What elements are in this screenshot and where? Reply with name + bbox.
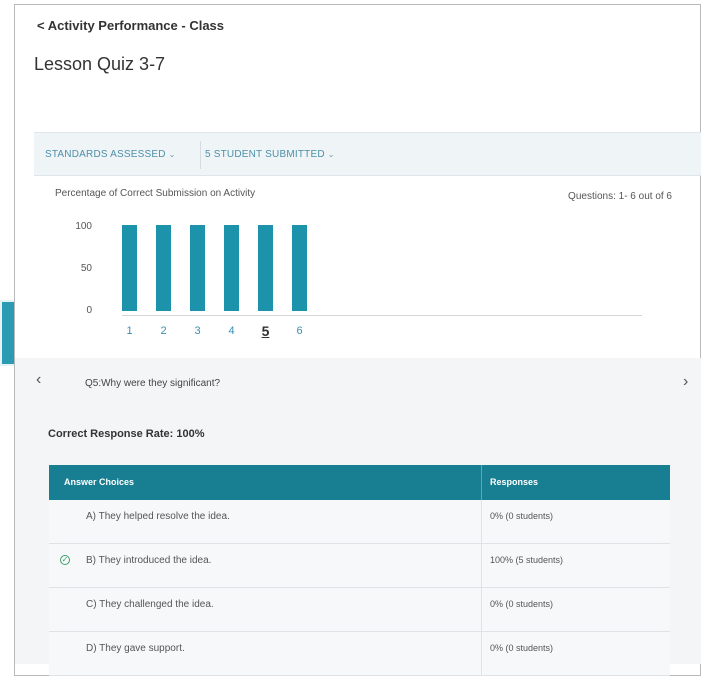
- answer-choices-table: Answer Choices Responses A) They helped …: [49, 465, 670, 676]
- table-row: D) They gave support. 0% (0 students): [49, 632, 670, 676]
- correct-response-rate: Correct Response Rate: 100%: [48, 428, 205, 440]
- chart-bar-q2[interactable]: [156, 225, 171, 311]
- column-divider: [481, 544, 482, 587]
- x-tick-label-q6[interactable]: 6: [290, 325, 310, 337]
- table-header: Answer Choices Responses: [49, 465, 670, 500]
- x-tick-label-q2[interactable]: 2: [154, 325, 174, 337]
- chart-bar-q3[interactable]: [190, 225, 205, 311]
- y-tick-label: 100: [75, 221, 92, 232]
- filter-label: STANDARDS ASSESSED: [45, 149, 166, 160]
- back-link[interactable]: < Activity Performance - Class: [37, 18, 224, 33]
- answer-choice: A) They helped resolve the idea.: [86, 511, 230, 522]
- answer-choice: C) They challenged the idea.: [86, 599, 214, 610]
- table-row: A) They helped resolve the idea. 0% (0 s…: [49, 500, 670, 544]
- chart-bar-q1[interactable]: [122, 225, 137, 311]
- table-row: C) They challenged the idea. 0% (0 stude…: [49, 588, 670, 632]
- answer-choice: B) They introduced the idea.: [86, 555, 212, 566]
- response-count: 0% (0 students): [490, 511, 554, 521]
- questions-count: Questions: 1- 6 out of 6: [568, 191, 672, 202]
- y-tick-label: 0: [86, 305, 92, 316]
- x-tick-label-q3[interactable]: 3: [188, 325, 208, 337]
- chart-bar-q5[interactable]: [258, 225, 273, 311]
- response-count: 0% (0 students): [490, 643, 554, 653]
- x-tick-label-q1[interactable]: 1: [120, 325, 140, 337]
- column-divider: [481, 588, 482, 631]
- response-count: 100% (5 students): [490, 555, 564, 565]
- chart-caption: Percentage of Correct Submission on Acti…: [55, 188, 256, 199]
- filter-divider: [200, 141, 201, 169]
- x-tick-label-q5[interactable]: 5: [256, 323, 276, 339]
- question-text: Q5:Why were they significant?: [85, 378, 221, 389]
- answer-choice: D) They gave support.: [86, 643, 185, 654]
- standards-assessed-filter[interactable]: STANDARDS ASSESSED ⌄: [45, 149, 176, 160]
- chevron-right-icon[interactable]: ›: [683, 373, 688, 391]
- column-header-answer-choices: Answer Choices: [64, 477, 135, 487]
- students-submitted-filter[interactable]: 5 STUDENT SUBMITTED ⌄: [205, 149, 335, 160]
- y-tick-label: 50: [80, 263, 92, 274]
- response-count: 0% (0 students): [490, 599, 554, 609]
- chevron-down-icon: ⌄: [327, 150, 335, 159]
- question-panel: ‹ › Q5:Why were they significant? Correc…: [15, 358, 701, 676]
- column-divider: [481, 632, 482, 675]
- check-circle-icon: ✓: [60, 555, 70, 565]
- page-title: Lesson Quiz 3-7: [34, 54, 166, 74]
- chart-bar-q6[interactable]: [292, 225, 307, 311]
- filter-bar: STANDARDS ASSESSED ⌄ 5 STUDENT SUBMITTED ⌄: [34, 132, 701, 176]
- chart-bar-q4[interactable]: [224, 225, 239, 311]
- x-tick-label-q4[interactable]: 4: [222, 325, 242, 337]
- table-row: ✓ B) They introduced the idea. 100% (5 s…: [49, 544, 670, 588]
- x-axis-line: [122, 315, 642, 316]
- column-divider: [481, 465, 482, 500]
- filter-label: 5 STUDENT SUBMITTED: [205, 149, 325, 160]
- chevron-down-icon: ⌄: [168, 150, 176, 159]
- column-header-responses: Responses: [490, 477, 539, 487]
- column-divider: [481, 500, 482, 543]
- chevron-left-icon[interactable]: ‹: [36, 371, 41, 389]
